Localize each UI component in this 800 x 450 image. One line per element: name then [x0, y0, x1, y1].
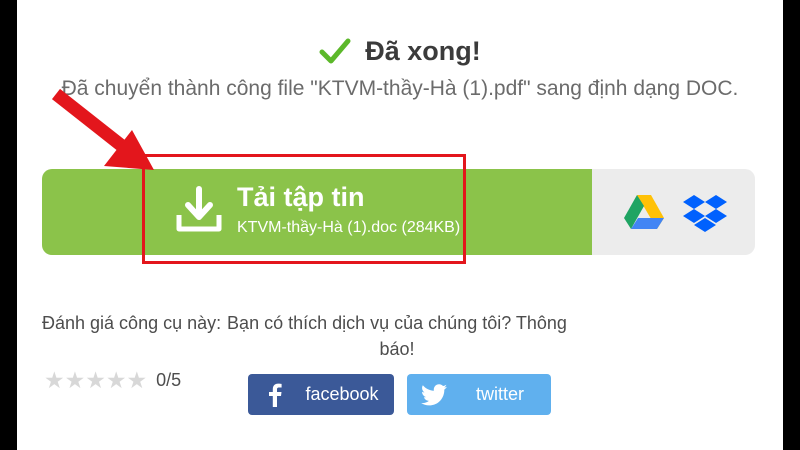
google-drive-icon[interactable]: [622, 193, 666, 231]
share-prompt: Bạn có thích dịch vụ của chúng tôi? Thôn…: [227, 313, 567, 359]
highlight-annotation-box: [142, 154, 466, 264]
dropbox-icon[interactable]: [683, 193, 727, 233]
twitter-label: twitter: [475, 384, 524, 404]
rating-label: Đánh giá công cụ này:: [42, 313, 222, 333]
rating-score: 0/5: [156, 369, 182, 390]
twitter-icon: [407, 383, 461, 406]
rating-star-icon[interactable]: ★: [85, 368, 106, 392]
facebook-share-button[interactable]: facebook: [248, 374, 394, 415]
facebook-icon: [248, 383, 302, 407]
rating-star-icon[interactable]: ★: [106, 368, 127, 392]
rating-star-icon[interactable]: ★: [44, 368, 65, 392]
rating-star-icon[interactable]: ★: [127, 368, 148, 392]
twitter-share-button[interactable]: twitter: [407, 374, 551, 415]
rating-star-icon[interactable]: ★: [65, 368, 86, 392]
checkmark-icon: [319, 38, 351, 64]
facebook-label: facebook: [305, 384, 379, 404]
status-heading: Đã xong!: [17, 33, 783, 69]
red-arrow-annotation-icon: [51, 88, 154, 170]
rating-stars: ★ ★ ★ ★ ★ 0/5: [44, 368, 181, 392]
status-title: Đã xong!: [365, 35, 481, 66]
